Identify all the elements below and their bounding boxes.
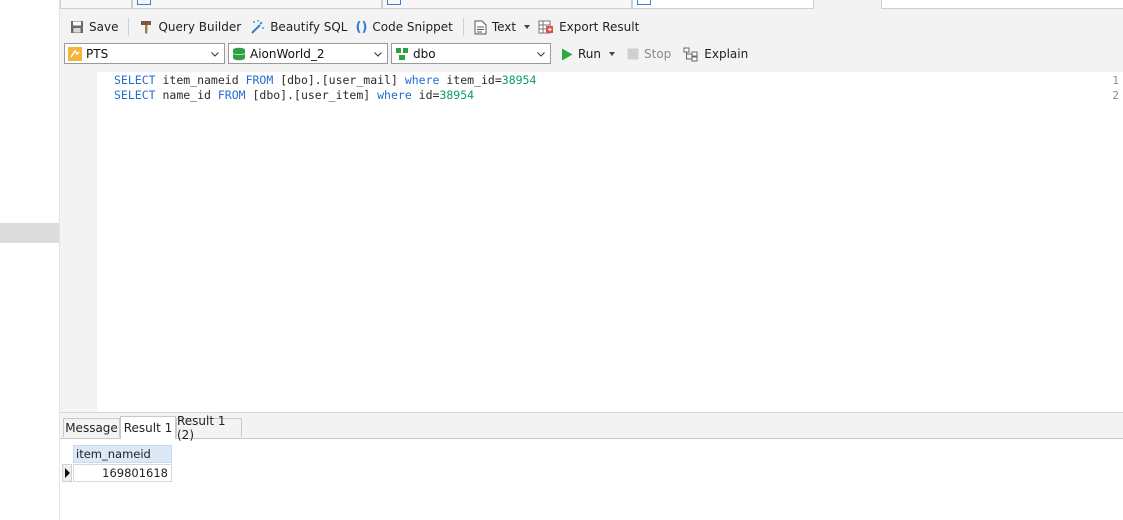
- code-snippet-label: Code Snippet: [372, 20, 453, 34]
- document-tab[interactable]: [132, 0, 382, 9]
- schema-icon: [396, 47, 408, 60]
- parentheses-icon: (): [355, 19, 368, 35]
- connection-toolbar: PTS AionWorld_2 dbo Run Stop Explain: [60, 42, 1123, 68]
- line-number: 2: [1112, 89, 1119, 102]
- explain-plan-icon: [683, 47, 698, 61]
- code-line[interactable]: SELECT item_nameid FROM [dbo].[user_mail…: [114, 73, 536, 87]
- play-icon: [562, 48, 573, 60]
- sql-text: name_id: [155, 88, 218, 102]
- table-cell[interactable]: 169801618: [73, 464, 172, 482]
- save-label: Save: [89, 20, 119, 34]
- sql-keyword: SELECT: [114, 73, 156, 87]
- magic-wand-icon: [251, 19, 265, 34]
- schema-value: dbo: [413, 46, 436, 61]
- schema-select[interactable]: dbo: [391, 43, 551, 64]
- database-select[interactable]: AionWorld_2: [228, 43, 388, 64]
- chevron-down-icon: [211, 51, 219, 57]
- export-result-button[interactable]: Export Result: [534, 16, 643, 38]
- run-controls: Run Stop Explain: [557, 43, 752, 65]
- code-snippet-button[interactable]: () Code Snippet: [352, 16, 457, 38]
- line-number-gutter: [60, 72, 97, 412]
- sql-text: [dbo].[user_item]: [245, 88, 378, 102]
- document-text-icon: [474, 20, 487, 34]
- sql-text: item_nameid: [155, 73, 246, 87]
- database-icon: [232, 47, 246, 60]
- toolbar-separator: [128, 18, 130, 36]
- left-panel-highlighted-row[interactable]: [0, 223, 59, 243]
- line-number: 1: [1112, 74, 1119, 87]
- chevron-down-icon: [609, 52, 616, 56]
- sql-editor[interactable]: 1 SELECT item_nameid FROM [dbo].[user_mai…: [60, 72, 1123, 412]
- document-tab[interactable]: [382, 0, 632, 9]
- stop-icon: [627, 48, 639, 60]
- toolbar-separator: [462, 18, 464, 36]
- sql-text: item_id=: [439, 73, 502, 87]
- table-icon: [637, 0, 651, 5]
- sql-keyword: where: [377, 88, 412, 102]
- query-builder-label: Query Builder: [158, 20, 242, 34]
- table-icon: [137, 0, 151, 5]
- left-panel: [0, 0, 60, 520]
- document-tab[interactable]: [60, 0, 132, 9]
- connection-select[interactable]: PTS: [64, 43, 225, 64]
- text-output-label: Text: [491, 20, 517, 34]
- row-selector[interactable]: [62, 464, 72, 482]
- explain-button[interactable]: Explain: [679, 43, 752, 65]
- object-search-input[interactable]: [881, 0, 1123, 9]
- query-builder-button[interactable]: Query Builder: [135, 16, 245, 38]
- tab-result-1-label: Result 1: [123, 421, 173, 435]
- sql-number: 38954: [501, 73, 537, 87]
- sql-server-icon: [68, 46, 82, 61]
- chevron-down-icon: [524, 25, 531, 29]
- stop-button[interactable]: Stop: [623, 43, 675, 65]
- document-tab-strip: [60, 0, 1123, 9]
- connection-value: PTS: [86, 46, 109, 61]
- sql-keyword: FROM: [245, 73, 274, 87]
- column-header-item-nameid[interactable]: item_nameid: [73, 445, 172, 463]
- hammer-icon: [141, 21, 152, 34]
- code-line[interactable]: SELECT name_id FROM [dbo].[user_item] wh…: [114, 88, 474, 102]
- sql-keyword: FROM: [217, 88, 246, 102]
- export-result-label: Export Result: [559, 20, 640, 34]
- beautify-sql-label: Beautify SQL: [270, 20, 348, 34]
- sql-keyword: SELECT: [114, 88, 156, 102]
- tab-result-1[interactable]: Result 1: [120, 416, 176, 439]
- tab-result-1-2-label: Result 1 (2): [177, 414, 226, 442]
- sql-number: 38954: [439, 88, 475, 102]
- tab-result-1-2[interactable]: Result 1 (2): [176, 414, 242, 442]
- save-button[interactable]: Save: [66, 16, 122, 38]
- result-tab-bar: Message Result 1 Result 1 (2): [60, 413, 1123, 442]
- query-window: Save Query Builder Beautify SQL () Code …: [60, 0, 1123, 520]
- text-output-dropdown[interactable]: Text: [470, 16, 534, 38]
- tab-message-label: Message: [65, 421, 118, 435]
- document-tab-active[interactable]: [632, 0, 814, 9]
- beautify-sql-button[interactable]: Beautify SQL: [245, 16, 351, 38]
- chevron-down-icon: [374, 51, 382, 57]
- run-label: Run: [578, 47, 602, 61]
- sql-keyword: where: [404, 73, 440, 87]
- table-icon: [387, 0, 401, 5]
- sql-text: [dbo].[user_mail]: [273, 73, 405, 87]
- stop-label: Stop: [644, 47, 672, 61]
- tab-message[interactable]: Message: [63, 418, 120, 437]
- current-row-arrow-icon: [65, 468, 70, 478]
- chevron-down-icon: [537, 51, 545, 57]
- database-value: AionWorld_2: [250, 46, 325, 61]
- sql-text: id=: [411, 88, 440, 102]
- results-panel: Message Result 1 Result 1 (2) item_namei…: [60, 412, 1123, 520]
- export-grid-icon: [538, 20, 554, 33]
- run-button[interactable]: Run: [557, 43, 619, 65]
- query-toolbar: Save Query Builder Beautify SQL () Code …: [60, 14, 1123, 40]
- explain-label: Explain: [704, 47, 749, 61]
- save-icon: [71, 21, 83, 33]
